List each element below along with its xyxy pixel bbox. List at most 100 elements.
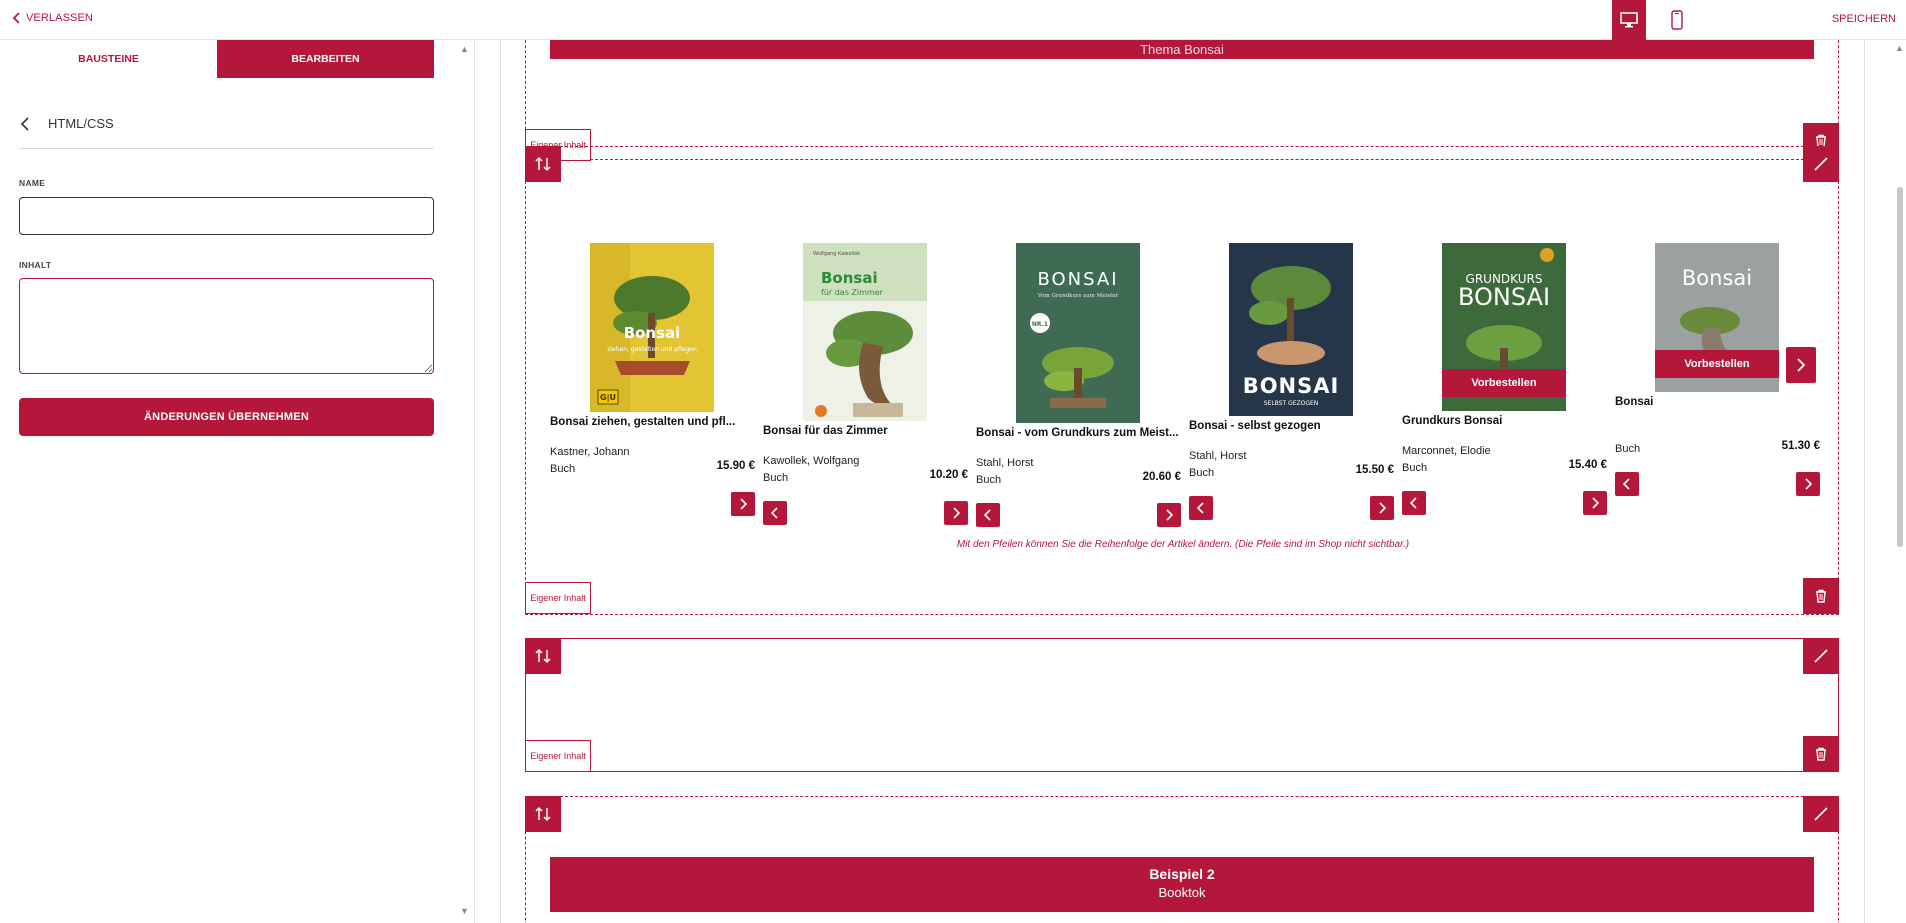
preorder-badge[interactable]: Vorbestellen [1655,350,1779,378]
product-author: Kastner, Johann [550,446,630,458]
product-price: 15.40 € [1568,459,1607,471]
preorder-badge[interactable]: Vorbestellen [1442,369,1566,397]
content-textarea[interactable] [19,278,434,374]
move-button[interactable] [525,796,561,832]
scrollbar-thumb[interactable] [1897,187,1903,547]
mobile-view-button[interactable] [1660,0,1694,40]
product-card[interactable]: Bonsai ziehen, gestalten und pflegen G|U… [550,243,755,516]
panel-tabs: BAUSTEINE BEARBEITEN [0,40,434,78]
own-content-tag[interactable]: Eigener Inhalt [525,740,591,772]
product-cover-image[interactable]: Bonsai ziehen, gestalten und pflegen G|U [590,243,714,412]
cover-title-text: Bonsai [821,269,878,287]
breadcrumb-back[interactable]: HTML/CSS [20,116,114,131]
pencil-icon [1814,649,1828,663]
content-label: INHALT [19,260,52,270]
chevron-left-icon [12,12,20,24]
chevron-left-icon [984,509,991,521]
move-left-button[interactable] [1189,496,1213,520]
svg-text:NR.1: NR.1 [1032,321,1048,328]
product-card[interactable]: Wolfgang Kawollek Bonsai für das Zimmer … [763,243,968,525]
cover-subtitle-text: ziehen, gestalten und pflegen [607,346,697,353]
chevron-right-icon [1592,497,1599,509]
main-scrollbar[interactable]: ▲ [1893,40,1906,923]
chevron-left-icon [1623,478,1630,490]
theme-banner: Thema Bonsai [550,40,1814,59]
product-cover-image[interactable]: Wolfgang Kawollek Bonsai für das Zimmer [803,243,927,421]
name-input[interactable] [19,197,434,235]
tab-blocks[interactable]: BAUSTEINE [0,40,217,78]
chevron-right-icon [1379,502,1386,514]
editor-canvas: Thema Bonsai Eigener Inhalt Bonsai ziehe… [500,40,1865,923]
product-cover-image[interactable]: Bonsai Vorbestellen [1655,243,1779,392]
product-title[interactable]: Bonsai für das Zimmer [763,425,968,437]
move-right-button[interactable] [731,492,755,516]
product-cover-image[interactable]: BONSAI Vom Grundkurs zum Meister NR.1 [1016,243,1140,423]
move-left-button[interactable] [1402,491,1426,515]
move-button[interactable] [525,638,561,674]
product-price: 10.20 € [929,469,968,481]
slider-next-button[interactable] [1786,347,1816,383]
content-block-empty[interactable]: Eigener Inhalt [525,638,1839,772]
svg-text:Wolfgang Kawollek: Wolfgang Kawollek [813,251,860,257]
desktop-view-button[interactable] [1612,0,1646,40]
breadcrumb-label: HTML/CSS [48,116,114,131]
chevron-right-icon [1166,509,1173,521]
chevron-left-icon [20,116,29,131]
product-type: Buch [550,463,576,475]
move-button[interactable] [525,146,561,182]
scroll-down-arrow-icon[interactable]: ▼ [460,906,469,916]
content-block-example[interactable]: Beispiel 2 Booktok [525,796,1839,923]
delete-button[interactable] [1803,578,1839,614]
delete-button[interactable] [1803,736,1839,772]
cover-subtitle-text: SELBST GEZOGEN [1264,400,1319,407]
edit-button[interactable] [1803,638,1839,674]
product-cover-image[interactable]: GRUNDKURS BONSAI Vorbestellen [1442,243,1566,411]
product-type: Buch [976,474,1002,486]
chevron-left-icon [771,507,778,519]
scroll-up-arrow-icon[interactable]: ▲ [1895,43,1904,53]
move-right-button[interactable] [1796,472,1820,496]
move-right-button[interactable] [944,501,968,525]
tab-edit[interactable]: BEARBEITEN [217,40,434,78]
theme-banner-text: Thema Bonsai [1140,42,1224,57]
svg-text:G|U: G|U [600,393,616,402]
product-title[interactable]: Bonsai ziehen, gestalten und pfl... [550,416,755,428]
product-title[interactable]: Grundkurs Bonsai [1402,415,1607,427]
move-right-button[interactable] [1157,503,1181,527]
save-button[interactable]: SPEICHERN [1832,13,1896,25]
own-content-tag[interactable]: Eigener Inhalt [525,582,591,614]
product-title[interactable]: Bonsai - vom Grundkurs zum Meist... [976,427,1181,439]
left-panel: BAUSTEINE BEARBEITEN ▲ ▼ HTML/CSS NAME I… [0,40,476,923]
example-title: Beispiel 2 [1149,866,1215,882]
product-slider-block[interactable]: Bonsai ziehen, gestalten und pflegen G|U… [525,146,1839,615]
chevron-right-icon [740,498,747,510]
product-title[interactable]: Bonsai [1615,396,1820,408]
product-price: 20.60 € [1142,471,1181,483]
product-author: Marconnet, Elodie [1402,445,1491,457]
product-card[interactable]: BONSAI SELBST GEZOGEN Bonsai - selbst ge… [1189,243,1394,520]
edit-button[interactable] [1803,796,1839,832]
leave-button[interactable]: VERLASSEN [12,12,93,24]
top-bar: VERLASSEN SPEICHERN [0,0,1906,40]
example-banner: Beispiel 2 Booktok [550,857,1814,912]
content-block-1[interactable]: Thema Bonsai Eigener Inhalt [525,40,1839,161]
move-right-button[interactable] [1370,496,1394,520]
product-author: Kawollek, Wolfgang [763,455,860,467]
scroll-up-arrow-icon[interactable]: ▲ [460,44,469,54]
cover-title-text: BONSAI [1458,283,1550,311]
product-card[interactable]: BONSAI Vom Grundkurs zum Meister NR.1 Bo… [976,243,1181,527]
apply-changes-button[interactable]: ÄNDERUNGEN ÜBERNEHMEN [19,398,434,436]
move-left-button[interactable] [763,501,787,525]
cover-title-text: Bonsai [1682,266,1752,290]
product-author: Stahl, Horst [1189,450,1247,462]
move-left-button[interactable] [1615,472,1639,496]
chevron-left-icon [1410,497,1417,509]
product-title[interactable]: Bonsai - selbst gezogen [1189,420,1394,432]
cover-subtitle-text: Vom Grundkurs zum Meister [1037,293,1119,299]
move-right-button[interactable] [1583,491,1607,515]
product-type: Buch [1615,443,1641,455]
edit-button[interactable] [1803,146,1839,182]
product-card[interactable]: GRUNDKURS BONSAI Vorbestellen Grundkurs … [1402,243,1607,515]
product-cover-image[interactable]: BONSAI SELBST GEZOGEN [1229,243,1353,416]
move-left-button[interactable] [976,503,1000,527]
